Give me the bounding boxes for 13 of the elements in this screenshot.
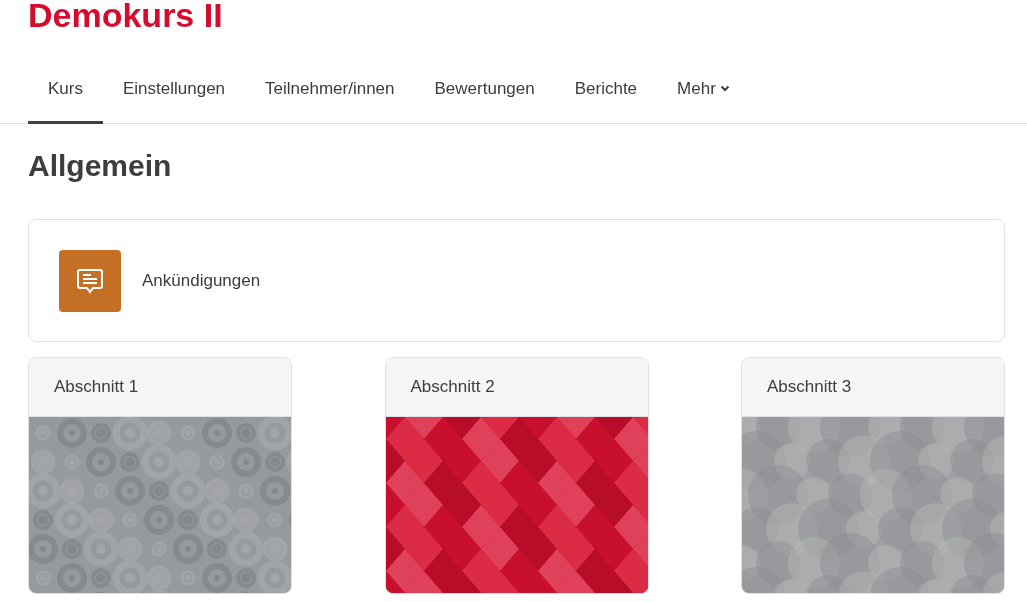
nav-tab[interactable]: Teilnehmer/innen	[245, 56, 415, 124]
nav-tab[interactable]: Berichte	[554, 56, 658, 124]
nav-tab[interactable]: Kurs	[28, 56, 103, 124]
activity-link[interactable]: Ankündigungen	[142, 270, 261, 291]
course-title: Demokurs II	[27, 0, 224, 32]
nav-tab[interactable]: Mehr	[657, 56, 750, 124]
nav-tab[interactable]: Bewertungen	[414, 56, 555, 124]
section-title[interactable]: Abschnitt 3	[767, 377, 852, 397]
nav-tab[interactable]: Einstellungen	[102, 56, 246, 124]
forum-icon	[59, 249, 121, 312]
section-title[interactable]: Abschnitt 2	[410, 377, 495, 397]
section-heading: Allgemein	[28, 148, 172, 184]
section-title[interactable]: Abschnitt 1	[54, 377, 139, 397]
